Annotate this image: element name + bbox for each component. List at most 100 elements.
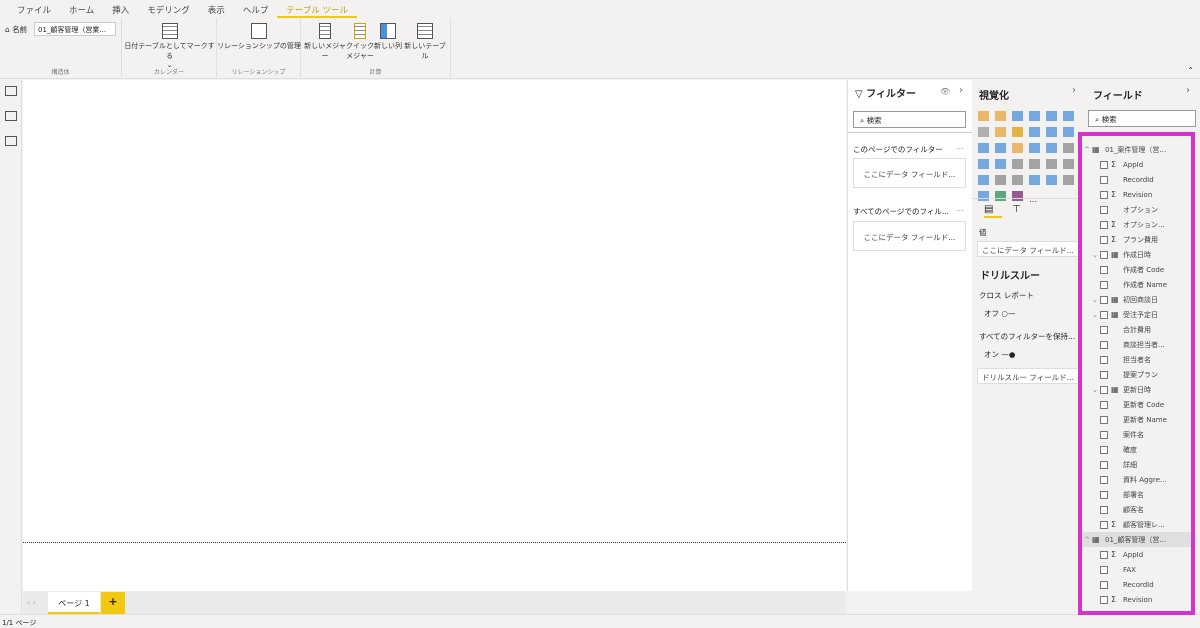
field-checkbox[interactable] <box>1100 565 1108 574</box>
field-item[interactable]: 更新者 Name <box>1082 412 1191 427</box>
format-paint-roller-icon[interactable]: ⊤ <box>1012 204 1021 215</box>
visual-type-icon[interactable] <box>1046 127 1057 137</box>
field-item[interactable]: ⌄ ▦ 初回商談日 <box>1082 292 1191 307</box>
field-item[interactable]: Σ Revision <box>1082 187 1191 202</box>
field-checkbox[interactable] <box>1100 160 1108 169</box>
more-icon[interactable]: ... <box>956 142 964 151</box>
visual-type-icon[interactable] <box>995 175 1006 185</box>
cross-report-toggle[interactable]: オフ ○— <box>984 308 1015 319</box>
field-checkbox[interactable] <box>1100 220 1108 229</box>
table-header[interactable]: ^ ▦ 01_顧客管理（営... <box>1082 532 1191 547</box>
field-item[interactable]: ⌄ ▦ 更新日時 <box>1082 382 1191 397</box>
fields-search-input[interactable]: ⌕ 検索 <box>1088 110 1196 127</box>
all-filter-drop[interactable]: ここにデータ フィールド... <box>853 221 966 251</box>
model-view-icon[interactable] <box>5 136 17 146</box>
visual-type-icon[interactable] <box>1029 175 1040 185</box>
field-item[interactable]: 更新者 Code <box>1082 397 1191 412</box>
tab-0[interactable]: ファイル <box>8 0 60 18</box>
tab-4[interactable]: 表示 <box>199 0 234 18</box>
visual-type-icon[interactable] <box>978 143 989 153</box>
field-item[interactable]: 顧客名 <box>1082 502 1191 517</box>
page-filter-drop[interactable]: ここにデータ フィールド... <box>853 158 966 188</box>
field-item[interactable]: Σ AppId <box>1082 547 1191 562</box>
visual-type-icon[interactable] <box>995 111 1006 121</box>
field-item[interactable]: ⌄ ▦ 受注予定日 <box>1082 307 1191 322</box>
field-checkbox[interactable] <box>1100 175 1108 184</box>
chevron-down-icon[interactable]: ⌄ <box>1090 296 1100 304</box>
visual-type-icon[interactable] <box>1063 143 1074 153</box>
field-item[interactable]: 詳細 <box>1082 457 1191 472</box>
field-checkbox[interactable] <box>1100 475 1108 484</box>
page-nav-arrows[interactable]: ‹ › <box>27 598 36 607</box>
field-item[interactable]: 資料 Aggre... <box>1082 472 1191 487</box>
chevron-up-icon[interactable]: ^ <box>1082 146 1092 154</box>
new-measure-button[interactable]: 新しいメジャー <box>304 23 346 61</box>
manage-relationships-button[interactable]: リレーションシップの管理 <box>217 23 301 51</box>
field-item[interactable]: 作成者 Code <box>1082 262 1191 277</box>
visual-type-icon[interactable] <box>978 159 989 169</box>
field-checkbox[interactable] <box>1100 370 1108 379</box>
visual-type-icon[interactable] <box>1046 159 1057 169</box>
visual-type-icon[interactable] <box>1029 127 1040 137</box>
field-checkbox[interactable] <box>1100 235 1108 244</box>
visual-type-icon[interactable] <box>1063 127 1074 137</box>
new-table-button[interactable]: 新しいテーブル <box>402 23 448 61</box>
chevron-up-icon[interactable]: ^ <box>1082 536 1092 544</box>
visual-type-icon[interactable] <box>1029 143 1040 153</box>
field-item[interactable]: 商談担当者... <box>1082 337 1191 352</box>
field-checkbox[interactable] <box>1100 190 1108 199</box>
visual-type-icon[interactable] <box>1063 175 1074 185</box>
chevron-down-icon[interactable]: ⌄ <box>1090 386 1100 394</box>
more-icon[interactable]: ... <box>956 204 964 213</box>
field-item[interactable]: オプション <box>1082 202 1191 217</box>
report-view-icon[interactable] <box>5 86 17 96</box>
field-item[interactable]: Σ Revision <box>1082 592 1191 607</box>
tab-5[interactable]: ヘルプ <box>234 0 278 18</box>
field-item[interactable]: Σ オプション... <box>1082 217 1191 232</box>
visual-type-icon[interactable] <box>978 127 989 137</box>
visual-type-icon[interactable] <box>1012 127 1023 137</box>
field-checkbox[interactable] <box>1100 400 1108 409</box>
chevron-down-icon[interactable]: ⌄ <box>1090 311 1100 319</box>
eye-icon[interactable]: 👁 <box>940 87 950 96</box>
visual-type-icon[interactable] <box>1046 111 1057 121</box>
field-checkbox[interactable] <box>1100 250 1108 259</box>
table-header[interactable]: ^ ▦ 01_案件管理（営... <box>1082 142 1191 157</box>
field-checkbox[interactable] <box>1100 205 1108 214</box>
field-item[interactable]: 確度 <box>1082 442 1191 457</box>
field-checkbox[interactable] <box>1100 505 1108 514</box>
report-canvas[interactable] <box>23 80 846 591</box>
data-view-icon[interactable] <box>5 111 17 121</box>
visual-type-icon[interactable] <box>995 127 1006 137</box>
field-item[interactable]: ⌄ ▦ 作成日時 <box>1082 247 1191 262</box>
field-checkbox[interactable] <box>1100 340 1108 349</box>
field-checkbox[interactable] <box>1100 385 1108 394</box>
field-item[interactable]: 案件名 <box>1082 427 1191 442</box>
table-name-input[interactable]: 01_顧客管理（営業... <box>34 22 116 36</box>
mark-date-table-button[interactable]: 日付テーブルとしてマークする ⌄ <box>122 23 217 69</box>
field-checkbox[interactable] <box>1100 445 1108 454</box>
visual-type-icon[interactable] <box>978 111 989 121</box>
visual-type-icon[interactable] <box>1046 143 1057 153</box>
new-column-button[interactable]: 新しい列 <box>374 23 402 51</box>
visual-type-icon[interactable] <box>1046 175 1057 185</box>
visual-type-icon[interactable] <box>978 191 989 201</box>
drillthrough-drop[interactable]: ドリルスルー フィールド... <box>977 368 1085 384</box>
field-item[interactable]: 作成者 Name <box>1082 277 1191 292</box>
quick-measure-button[interactable]: クイック メジャー <box>346 23 374 61</box>
visual-type-icon[interactable] <box>978 175 989 185</box>
values-drop[interactable]: ここにデータ フィールド... <box>977 241 1085 257</box>
keep-filters-toggle[interactable]: オン —● <box>984 349 1015 360</box>
field-checkbox[interactable] <box>1100 295 1108 304</box>
visual-type-icon[interactable] <box>1012 159 1023 169</box>
field-checkbox[interactable] <box>1100 325 1108 334</box>
visual-type-icon[interactable] <box>1029 111 1040 121</box>
field-checkbox[interactable] <box>1100 460 1108 469</box>
field-checkbox[interactable] <box>1100 355 1108 364</box>
collapse-fields-icon[interactable]: › <box>1186 85 1190 96</box>
field-checkbox[interactable] <box>1100 265 1108 274</box>
field-checkbox[interactable] <box>1100 580 1108 589</box>
field-item[interactable]: Σ 顧客管理レ... <box>1082 517 1191 532</box>
page-tab[interactable]: ページ 1 <box>48 592 100 614</box>
field-checkbox[interactable] <box>1100 310 1108 319</box>
